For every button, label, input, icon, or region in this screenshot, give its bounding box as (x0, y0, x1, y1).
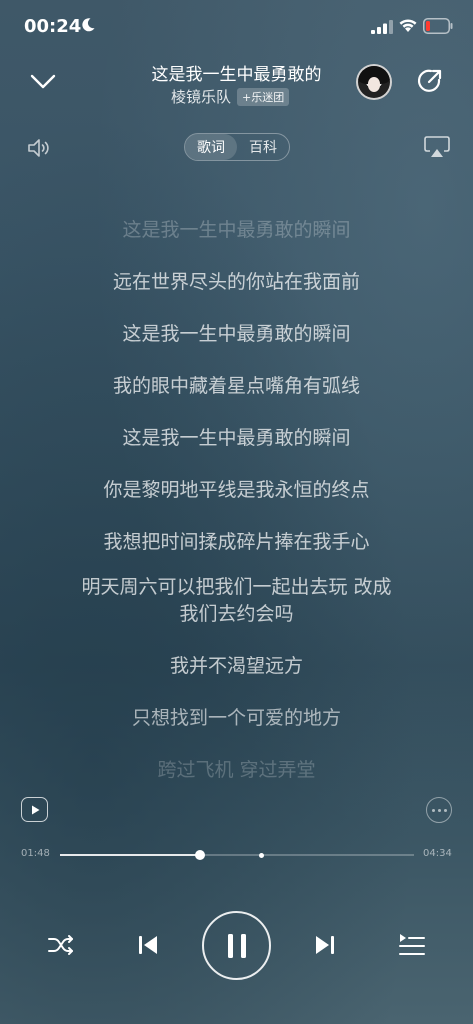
previous-icon (139, 936, 157, 954)
share-icon (417, 69, 442, 92)
next-icon (316, 936, 334, 954)
avatar-face (367, 77, 381, 92)
lyric-line: 跨过飞机 穿过弄堂 (157, 759, 316, 781)
player-header: 这是我一生中最勇敢的 棱镜乐队 +乐迷团 (0, 56, 473, 116)
tab-wiki[interactable]: 百科 (237, 134, 289, 160)
play-video-button[interactable] (21, 797, 48, 822)
lyric-line: 这是我一生中最勇敢的瞬间 (122, 323, 351, 345)
battery-icon (423, 18, 453, 34)
current-time: 01:48 (21, 848, 50, 859)
more-dot (437, 808, 441, 812)
previous-button[interactable] (132, 930, 164, 960)
lyric-line: 我们去约会吗 (179, 603, 294, 625)
tabs-row: 歌词 百科 (0, 132, 473, 164)
progress-knob[interactable] (194, 850, 205, 860)
playback-controls (0, 910, 473, 980)
lyric-line: 明天周六可以把我们一起出去玩 改成 (81, 576, 392, 598)
pause-icon (227, 933, 246, 958)
airplay-icon (424, 136, 450, 157)
moon-icon (82, 18, 95, 32)
lyric-line: 你是黎明地平线是我永恒的终点 (103, 479, 370, 501)
share-button[interactable] (415, 66, 445, 96)
lyric-line: 我想把时间揉成碎片捧在我手心 (103, 531, 370, 553)
song-title: 这是我一生中最勇敢的 (151, 65, 322, 85)
progress-fill (60, 854, 200, 856)
status-bar: 00:24 (0, 0, 473, 56)
lyrics-tabs: 歌词 百科 (184, 133, 290, 161)
more-dot (443, 808, 447, 812)
volume-button[interactable] (26, 136, 52, 160)
more-dot (431, 808, 435, 812)
lyric-line: 这是我一生中最勇敢的瞬间 (122, 427, 351, 449)
wifi-icon (399, 19, 417, 32)
lyric-line: 我的眼中藏着星点嘴角有弧线 (112, 375, 360, 397)
more-button[interactable] (426, 797, 452, 823)
lyric-line: 我并不渴望远方 (169, 655, 303, 677)
artist-name[interactable]: 棱镜乐队 (171, 86, 231, 107)
play-small-icon (31, 805, 39, 814)
lyric-line: 远在世界尽头的你站在我面前 (112, 271, 360, 293)
avatar[interactable] (356, 64, 392, 100)
signal-icon (371, 20, 393, 34)
shuffle-button[interactable] (44, 930, 78, 960)
join-fan-club-button[interactable]: +乐迷团 (237, 87, 290, 106)
lyric-line: 只想找到一个可爱的地方 (131, 707, 341, 729)
cast-button[interactable] (423, 135, 451, 159)
next-button[interactable] (309, 930, 341, 960)
lyric-line: 这是我一生中最勇敢的瞬间 (122, 219, 351, 241)
speaker-icon (28, 139, 49, 157)
progress-marker (259, 852, 265, 858)
status-time: 00:24 (24, 16, 82, 37)
playlist-button[interactable] (395, 930, 429, 960)
tab-lyrics[interactable]: 歌词 (185, 134, 237, 160)
pause-button[interactable] (202, 911, 271, 980)
artist-row: 棱镜乐队 +乐迷团 (171, 86, 290, 107)
progress-bar[interactable] (60, 850, 414, 860)
playlist-icon (399, 934, 425, 955)
shuffle-icon (48, 935, 73, 955)
total-time: 04:34 (423, 848, 452, 859)
